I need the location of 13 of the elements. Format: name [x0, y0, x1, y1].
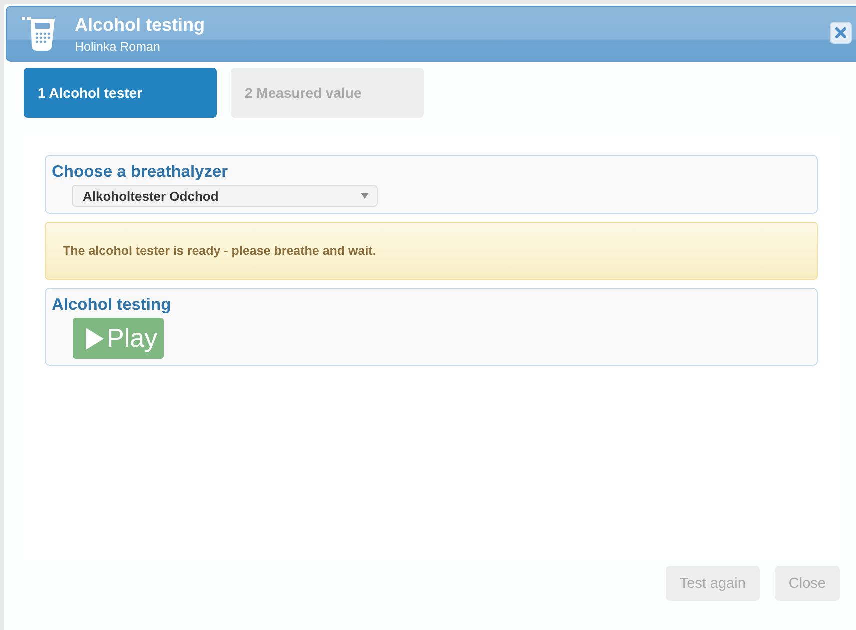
play-button[interactable]: Play [73, 318, 164, 359]
alert-message: The alcohol tester is ready - please breathe and wait. [45, 222, 818, 280]
breathalyzer-icon [21, 16, 57, 52]
panel-heading: Choose a breathalyzer [52, 163, 228, 182]
step-tab[interactable]: 2 Measured value [231, 68, 424, 118]
close-icon[interactable] [830, 22, 852, 44]
panel-heading: Alcohol testing [52, 296, 172, 315]
breathalyzer-select[interactable]: Alkoholtester Odchod [72, 185, 378, 207]
dialog-subtitle: Holinka Roman [75, 40, 162, 54]
step-tab[interactable]: 1 Alcohol tester [24, 68, 217, 118]
play-icon [85, 326, 105, 350]
dropdown-arrow-icon [361, 193, 369, 199]
dialog-title: Alcohol testing [75, 14, 205, 36]
